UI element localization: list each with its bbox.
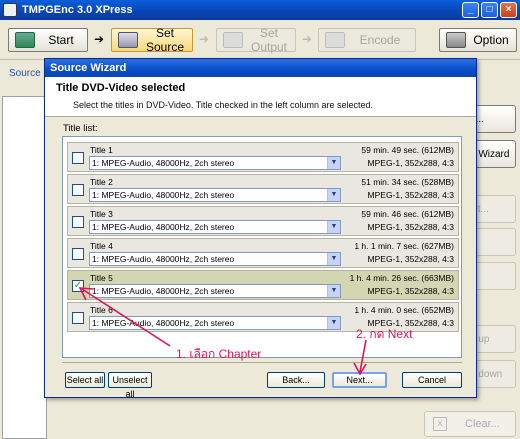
annotation-arrows xyxy=(78,287,367,376)
annotation-step1: 1. เลือก Chapter xyxy=(176,347,262,361)
annotation-step2: 2. กด Next xyxy=(356,327,413,341)
